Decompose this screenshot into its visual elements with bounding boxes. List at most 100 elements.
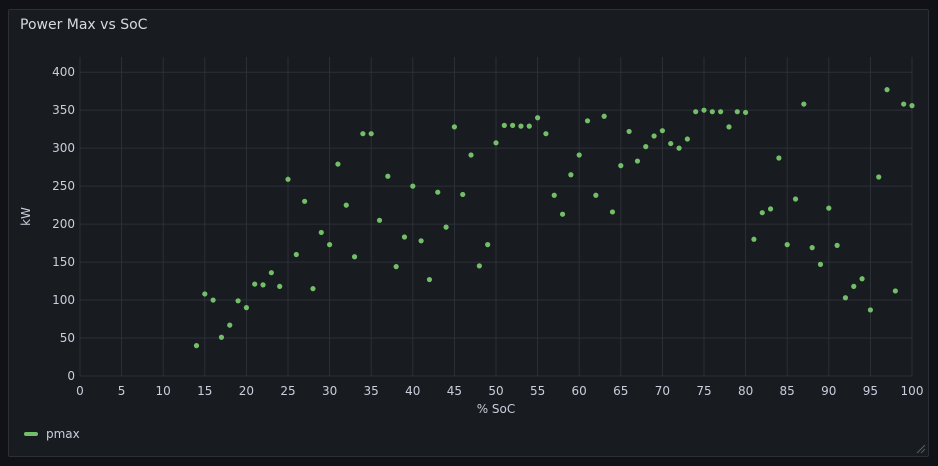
x-tick-label: 45 — [447, 384, 462, 398]
data-point — [302, 198, 308, 204]
data-point — [634, 158, 641, 164]
scatter-chart: 0 5 10 15 20 25 30 35 40 45 50 55 60 65 70 75 80 85 90 95 10… — [19, 57, 924, 416]
data-point — [385, 173, 391, 179]
data-point — [734, 109, 740, 115]
data-point — [327, 242, 333, 248]
data-point — [892, 288, 898, 294]
data-point — [901, 101, 907, 107]
data-point — [551, 192, 557, 198]
data-point — [401, 234, 408, 240]
y-tick-label: 350 — [52, 103, 75, 117]
x-tick-label: 65 — [613, 384, 628, 398]
y-tick-label: 250 — [52, 179, 75, 193]
data-point — [643, 144, 649, 150]
data-point — [884, 87, 890, 93]
data-point — [318, 229, 324, 236]
data-point — [343, 202, 349, 208]
data-point — [626, 128, 632, 135]
x-tick-label: 55 — [530, 384, 545, 398]
data-point — [801, 101, 807, 107]
data-point — [277, 283, 283, 289]
data-point — [535, 115, 541, 121]
data-point — [235, 298, 241, 304]
data-point — [817, 261, 824, 267]
data-point — [510, 122, 516, 128]
data-point — [559, 211, 566, 217]
data-point — [451, 124, 457, 130]
data-point — [826, 205, 832, 211]
data-point — [518, 123, 524, 129]
data-point — [268, 270, 274, 276]
x-tick-label: 25 — [280, 384, 295, 398]
data-point — [435, 189, 441, 195]
data-point — [767, 206, 774, 212]
data-point — [526, 123, 532, 129]
data-point — [335, 161, 341, 167]
data-point — [709, 109, 715, 115]
data-point — [743, 109, 749, 116]
x-tick-label: 100 — [901, 384, 924, 398]
data-point — [376, 217, 383, 223]
data-point — [718, 109, 724, 115]
data-point — [693, 109, 699, 115]
data-point — [576, 152, 582, 158]
data-point — [218, 334, 225, 340]
data-point — [568, 172, 574, 178]
y-axis-label: kW — [19, 207, 33, 226]
x-tick-label: 75 — [696, 384, 711, 398]
data-point — [684, 136, 690, 142]
y-tick-label: 150 — [52, 255, 75, 269]
data-point — [468, 152, 474, 158]
data-point — [443, 224, 449, 230]
data-point — [252, 281, 258, 287]
x-tick-label: 80 — [738, 384, 753, 398]
data-point — [809, 245, 815, 251]
data-point — [476, 263, 482, 269]
x-axis-label: % SoC — [477, 402, 516, 416]
data-point — [418, 238, 424, 244]
data-point — [792, 196, 799, 202]
data-point — [243, 305, 249, 311]
data-point — [360, 131, 366, 137]
resize-handle-icon[interactable] — [916, 444, 926, 454]
data-point — [609, 209, 616, 215]
data-point — [485, 242, 491, 248]
data-point — [368, 131, 374, 137]
x-tick-label: 70 — [655, 384, 670, 398]
data-point — [834, 242, 840, 248]
data-point — [543, 131, 549, 137]
data-point — [460, 191, 466, 198]
data-point — [351, 254, 358, 260]
data-point — [851, 283, 857, 289]
data-point — [659, 128, 666, 134]
y-tick-label: 0 — [67, 369, 75, 383]
y-tick-label: 50 — [60, 331, 75, 345]
x-tick-label: 15 — [197, 384, 212, 398]
data-point — [193, 343, 200, 349]
data-point — [584, 118, 591, 124]
data-point — [759, 210, 765, 216]
data-point — [501, 122, 507, 128]
data-point — [751, 236, 757, 242]
data-point — [227, 322, 233, 328]
data-point — [393, 264, 399, 270]
x-tick-label: 0 — [76, 384, 84, 398]
chart-panel: Power Max vs SoC 0 5 10 15 20 25 30 35 40 45 50 55 6… — [8, 9, 929, 457]
data-point — [726, 124, 732, 130]
data-point — [493, 140, 499, 146]
x-tick-label: 20 — [239, 384, 254, 398]
data-point — [618, 163, 624, 169]
y-tick-label: 400 — [52, 65, 75, 79]
data-point — [410, 183, 416, 189]
legend[interactable]: pmax — [24, 427, 80, 441]
x-tick-label: 5 — [118, 384, 126, 398]
data-point — [310, 286, 316, 292]
legend-swatch — [24, 432, 38, 436]
data-point — [601, 113, 607, 119]
data-point — [701, 107, 707, 113]
y-tick-label: 100 — [52, 293, 75, 307]
x-tick-label: 30 — [322, 384, 337, 398]
data-point — [676, 145, 682, 151]
x-tick-label: 60 — [572, 384, 587, 398]
data-point — [909, 103, 915, 109]
